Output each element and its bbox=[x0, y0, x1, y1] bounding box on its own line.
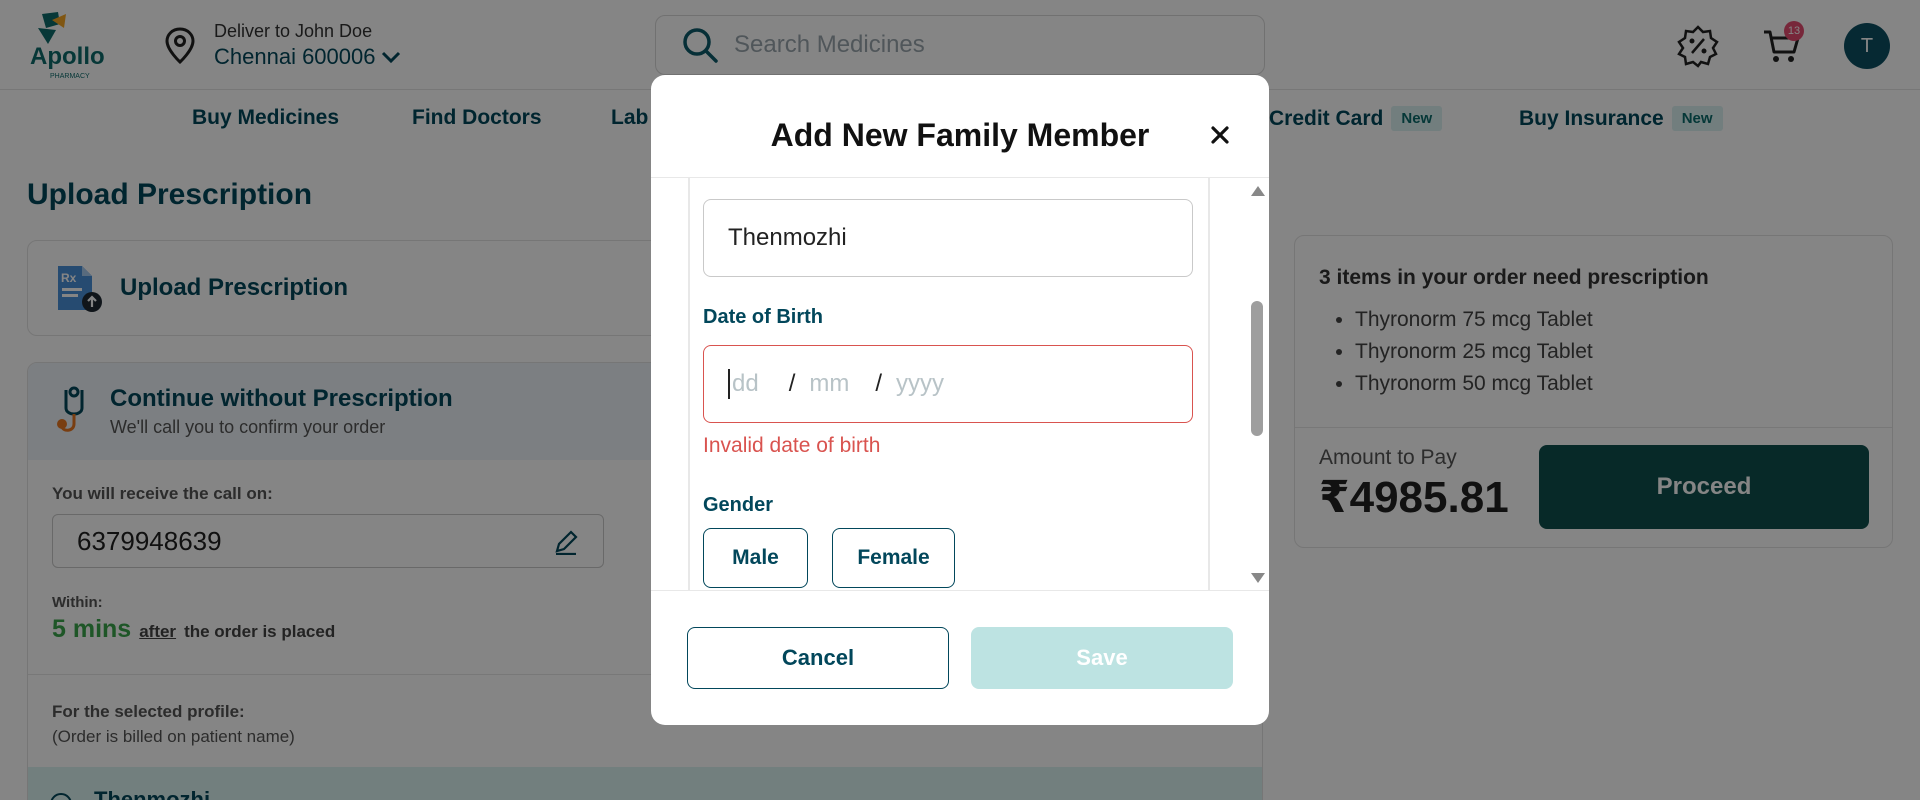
text-caret bbox=[728, 369, 730, 399]
dob-year-input[interactable]: yyyy bbox=[896, 370, 944, 398]
divider bbox=[688, 178, 690, 590]
modal-body: Thenmozhi Date of Birth dd / mm / yyyy I… bbox=[651, 178, 1269, 590]
gender-female-button[interactable]: Female bbox=[832, 528, 955, 588]
scroll-up-arrow-icon[interactable] bbox=[1251, 186, 1265, 196]
dob-separator: / bbox=[875, 370, 883, 397]
save-button[interactable]: Save bbox=[971, 627, 1233, 689]
modal-title: Add New Family Member bbox=[770, 117, 1150, 153]
name-field[interactable]: Thenmozhi bbox=[703, 199, 1193, 277]
cancel-button[interactable]: Cancel bbox=[687, 627, 949, 689]
gender-male-button[interactable]: Male bbox=[703, 528, 808, 588]
add-family-member-modal: Add New Family Member Thenmozhi Date of … bbox=[651, 75, 1269, 725]
divider bbox=[1208, 178, 1210, 590]
gender-label: Gender bbox=[703, 494, 774, 516]
dob-day-input[interactable]: dd bbox=[732, 370, 759, 398]
scrollbar-thumb[interactable] bbox=[1251, 301, 1263, 436]
name-value: Thenmozhi bbox=[728, 224, 847, 251]
close-icon[interactable] bbox=[1204, 119, 1236, 151]
dob-error-message: Invalid date of birth bbox=[703, 434, 881, 457]
divider bbox=[651, 590, 1269, 591]
dob-separator: / bbox=[788, 370, 796, 397]
scroll-down-arrow-icon[interactable] bbox=[1251, 573, 1265, 583]
dob-field[interactable]: dd / mm / yyyy bbox=[703, 345, 1193, 423]
dob-month-input[interactable]: mm bbox=[809, 370, 849, 398]
dob-label: Date of Birth bbox=[703, 306, 823, 328]
